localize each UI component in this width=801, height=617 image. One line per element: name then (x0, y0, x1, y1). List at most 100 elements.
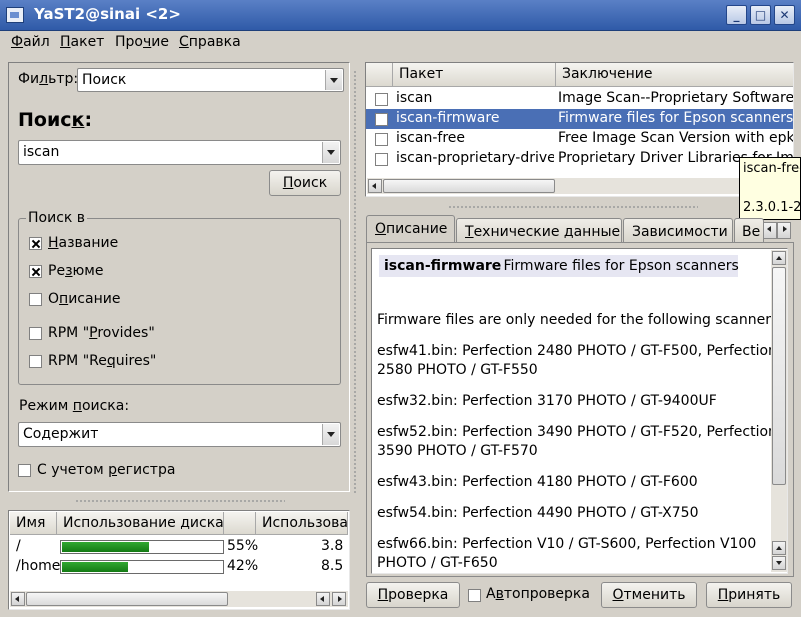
menu-file[interactable]: Файл (11, 34, 50, 50)
cancel-button[interactable]: Отменить (601, 582, 697, 608)
chevron-down-icon[interactable] (322, 142, 339, 163)
search-name-label: Название (48, 235, 119, 251)
description-package-summary: - Firmware files for Epson scanners (494, 258, 739, 274)
disk-usage-bar-fill (62, 542, 150, 552)
scroll-down-icon[interactable] (772, 556, 786, 570)
pkg-header-summary[interactable]: Заключение (556, 63, 793, 87)
search-requires-label: RPM "Requires" (48, 353, 157, 369)
description-heading: iscan-firmware - Firmware files for Epso… (379, 255, 739, 277)
search-description-label: Описание (48, 291, 121, 307)
package-name: iscan-firmware (396, 110, 500, 126)
package-status-checkbox[interactable] (375, 133, 388, 146)
yast-app-icon (6, 7, 24, 23)
filter-combo[interactable]: Поиск (77, 68, 344, 92)
scroll-left-icon[interactable] (316, 592, 330, 606)
scroll-right-icon[interactable] (332, 592, 346, 606)
description-paragraph: esfw66.bin: Perfection V10 / GT-S600, Pe… (377, 536, 757, 552)
close-button[interactable]: ✕ (774, 5, 795, 25)
tab-technical-data[interactable]: Технические данные (456, 218, 622, 243)
minimize-button[interactable]: _ (726, 5, 747, 25)
search-mode-label: Режим поиска: (19, 398, 130, 414)
check-button[interactable]: Проверка (366, 582, 460, 608)
scroll-thumb[interactable] (772, 267, 786, 485)
maximize-button[interactable]: □ (750, 5, 771, 25)
disk-usage-bar (60, 560, 224, 574)
package-status-checkbox[interactable] (375, 113, 388, 126)
package-name: iscan-free (396, 130, 465, 146)
menu-help[interactable]: Справка (179, 34, 241, 50)
description-paragraph: 2580 PHOTO / GT-F550 (377, 362, 538, 378)
package-name: iscan-proprietary-drivers (396, 150, 554, 166)
package-row[interactable]: iscan-firmware Firmware files for Epson … (366, 109, 793, 129)
scroll-left-icon[interactable] (11, 592, 25, 606)
search-summary-checkbox[interactable] (29, 265, 42, 278)
scroll-thumb[interactable] (26, 592, 228, 606)
chevron-down-icon[interactable] (322, 424, 339, 445)
scroll-left-icon[interactable] (368, 179, 382, 193)
tab-versions[interactable]: Ве (734, 218, 764, 243)
package-hscrollbar[interactable] (367, 178, 792, 194)
search-provides-checkbox[interactable] (29, 327, 42, 340)
title-bar[interactable]: YaST2@sinai <2> _ □ ✕ (0, 0, 801, 31)
tab-description[interactable]: Описание (366, 215, 455, 243)
disk-row-percent: 55% (227, 538, 259, 554)
pkg-header-name[interactable]: Пакет (393, 63, 556, 87)
horizontal-splitter[interactable] (75, 499, 285, 503)
search-mode-value: Содержит (23, 426, 99, 442)
vertical-splitter[interactable] (353, 70, 357, 495)
disk-row-free: 8.5 G (321, 558, 348, 574)
autocheck-label: Автопроверка (486, 586, 590, 602)
search-summary-label: Резюме (48, 263, 104, 279)
search-input-value: iscan (23, 144, 60, 160)
scroll-up-icon[interactable] (772, 251, 786, 265)
menu-package[interactable]: Пакет (60, 34, 104, 50)
package-row[interactable]: iscan-proprietary-drivers Proprietary Dr… (366, 149, 793, 169)
scroll-up-icon[interactable] (772, 541, 786, 555)
disk-header-spacer[interactable] (224, 512, 256, 535)
disk-row-name: / (16, 538, 21, 554)
description-paragraph: 3590 PHOTO / GT-F570 (377, 443, 538, 459)
disk-header-usage[interactable]: Использование диска (57, 512, 224, 535)
case-sensitive-checkbox[interactable] (18, 464, 31, 477)
package-status-checkbox[interactable] (375, 153, 388, 166)
disk-usage-bar (60, 540, 224, 554)
tab-dependencies[interactable]: Зависимости (623, 218, 733, 243)
disk-header-name[interactable]: Имя (10, 512, 57, 535)
description-vscrollbar[interactable] (771, 250, 787, 572)
disk-usage-bar-fill (62, 562, 129, 572)
tooltip-version: 2.3.0.1-2 (743, 200, 801, 215)
description-paragraph: esfw41.bin: Perfection 2480 PHOTO / GT-F… (377, 343, 777, 359)
autocheck-checkbox[interactable] (468, 589, 481, 602)
disk-header-used[interactable]: Использован (256, 512, 348, 535)
filter-label: Фильтр: (18, 71, 79, 87)
description-paragraph: esfw43.bin: Perfection 4180 PHOTO / GT-F… (377, 474, 698, 490)
disk-row-name: /home (16, 558, 61, 574)
package-table: Пакет Заключение iscan Image Scan--Propr… (365, 62, 794, 197)
description-paragraph: PHOTO / GT-F650 (377, 555, 498, 571)
chevron-down-icon[interactable] (325, 70, 342, 90)
pkg-header-status[interactable] (366, 63, 393, 87)
description-view: iscan-firmware - Firmware files for Epso… (371, 248, 788, 574)
search-input[interactable]: iscan (18, 140, 341, 165)
tabs-scroll-left-icon[interactable] (763, 222, 777, 239)
search-button[interactable]: Поиск (269, 170, 341, 196)
tooltip-name: iscan-free (743, 161, 801, 176)
search-description-checkbox[interactable] (29, 293, 42, 306)
package-row[interactable]: iscan-free Free Image Scan Version with … (366, 129, 793, 149)
package-summary: Image Scan--Proprietary Software for Eps… (558, 90, 793, 106)
package-splitter[interactable] (448, 205, 698, 209)
tabs-scroll-right-icon[interactable] (777, 222, 791, 239)
search-mode-combo[interactable]: Содержит (18, 422, 341, 447)
package-status-checkbox[interactable] (375, 93, 388, 106)
accept-button[interactable]: Принять (706, 582, 792, 608)
menu-other[interactable]: Прочие (115, 34, 169, 50)
description-paragraph: esfw54.bin: Perfection 4490 PHOTO / GT-X… (377, 505, 699, 521)
package-summary: Firmware files for Epson scanners (558, 110, 793, 126)
package-row[interactable]: iscan Image Scan--Proprietary Software f… (366, 89, 793, 109)
search-name-checkbox[interactable] (29, 237, 42, 250)
search-heading: Поиск: (18, 109, 93, 131)
disk-hscrollbar[interactable] (10, 591, 348, 607)
scroll-thumb[interactable] (383, 179, 555, 193)
search-requires-checkbox[interactable] (29, 355, 42, 368)
disk-row-free: 3.8 G (321, 538, 348, 554)
